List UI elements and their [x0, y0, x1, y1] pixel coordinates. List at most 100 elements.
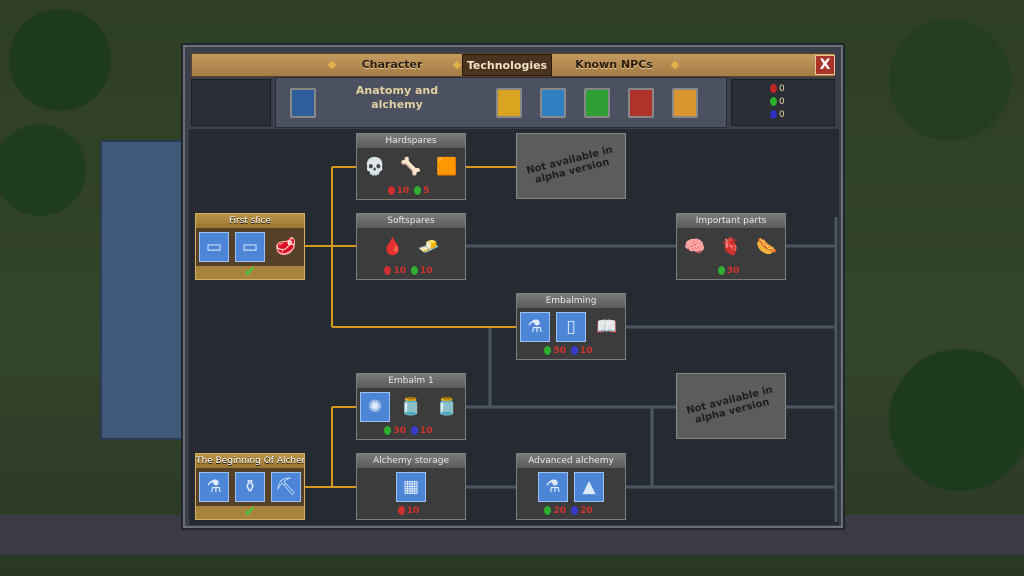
tech-card-unlocks: 💀 🦴 🟧 [357, 148, 465, 186]
tech-card-unlocks: ▭ ▭ 🥩 [196, 228, 304, 266]
resource-counter: 0 [770, 97, 785, 107]
tech-cost: 10 [357, 506, 465, 518]
blueprint-table-icon[interactable]: ▭ [235, 232, 265, 262]
green-point-icon [544, 346, 552, 355]
tech-card-unlocks: ⚗ ▯ 📖 [517, 308, 625, 346]
blue-jar-icon[interactable]: 🫙 [432, 392, 462, 422]
tech-card-title: Alchemy storage [357, 454, 465, 468]
tech-card-first-slice[interactable]: First slice ▭ ▭ 🥩 ✔ [195, 213, 305, 280]
tech-card-title: Embalming [517, 294, 625, 308]
intestines-icon[interactable]: 🌭 [752, 232, 782, 262]
not-available-card: Not available in alpha version [676, 373, 786, 439]
cost-value: 20 [580, 506, 593, 516]
tech-cost: 50 10 [517, 346, 625, 358]
heart-icon[interactable]: 🫀 [716, 232, 746, 262]
skull-icon[interactable]: 💀 [360, 152, 390, 182]
tech-card-advanced-alchemy[interactable]: Advanced alchemy ⚗ ▲ 20 20 [516, 453, 626, 520]
header-left-panel [191, 79, 271, 126]
diamond-ornament-icon [670, 60, 680, 70]
tech-card-title: The Beginning Of Alchem [196, 454, 304, 468]
blueprint-cabinet-icon[interactable]: ▯ [556, 312, 586, 342]
blueprint-distiller-icon[interactable]: ✺ [360, 392, 390, 422]
brain-icon[interactable]: 🧠 [680, 232, 710, 262]
skull-book-icon[interactable]: 📖 [592, 312, 622, 342]
resource-value: 0 [779, 110, 785, 120]
tech-card-alchemy-storage[interactable]: Alchemy storage ▦ 10 [356, 453, 466, 520]
tech-card-unlocks: ⚗ ⚱ ⛏ [196, 468, 304, 506]
current-category-title: Anatomy and alchemy [355, 84, 439, 111]
tech-card-softspares[interactable]: Softspares 🩸 🧈 10 10 [356, 213, 466, 280]
blueprint-embalming-table-icon[interactable]: ⚗ [520, 312, 550, 342]
resource-value: 0 [779, 84, 785, 94]
tech-card-unlocks: ⚗ ▲ [517, 468, 625, 506]
tech-cost: 10 5 [357, 186, 465, 198]
fat-icon[interactable]: 🧈 [414, 232, 444, 262]
skin-icon[interactable]: 🟧 [432, 152, 462, 182]
cost-value: 10 [393, 266, 406, 276]
red-point-icon [397, 506, 405, 515]
resource-counter: 0 [770, 110, 785, 120]
checkmark-icon: ✔ [244, 504, 256, 520]
blueprint-jars-icon[interactable]: ⚱ [235, 472, 265, 502]
cost-value: 10 [580, 346, 593, 356]
tab-bar: Character Technologies Known NPCs [191, 53, 835, 77]
checkmark-icon: ✔ [244, 264, 256, 280]
blueprint-table-icon[interactable]: ▭ [199, 232, 229, 262]
close-button[interactable]: X [815, 55, 835, 75]
blueprint-furnace-icon[interactable]: ▲ [574, 472, 604, 502]
blue-point-icon [411, 426, 418, 435]
tech-cost: 30 10 [357, 426, 465, 438]
cost-value: 30 [393, 426, 406, 436]
category-book-astrology[interactable] [496, 88, 522, 118]
tech-card-title: Embalm 1 [357, 374, 465, 388]
blueprint-mortar-icon[interactable]: ⛏ [271, 472, 301, 502]
tech-card-beginning-alchemy[interactable]: The Beginning Of Alchem ⚗ ⚱ ⛏ ✔ [195, 453, 305, 520]
tech-card-title: First slice [196, 214, 304, 228]
tech-card-embalming[interactable]: Embalming ⚗ ▯ 📖 50 10 [516, 293, 626, 360]
tech-cost: 20 20 [517, 506, 625, 518]
cost-value: 10 [406, 506, 420, 516]
resources-panel: 0 0 0 [731, 79, 835, 126]
category-book-nature[interactable] [584, 88, 610, 118]
cost-value: 50 [553, 346, 566, 356]
yellow-jar-icon[interactable]: 🫙 [396, 392, 426, 422]
red-point-icon [387, 186, 395, 195]
tab-technologies[interactable]: Technologies [462, 54, 552, 76]
tab-character[interactable]: Character [342, 54, 442, 76]
tech-card-unlocks: ✺ 🫙 🫙 [357, 388, 465, 426]
red-point-icon [384, 266, 392, 275]
blue-point-icon [571, 506, 578, 515]
blood-icon[interactable]: 🩸 [378, 232, 408, 262]
tech-card-unlocks: 🩸 🧈 [357, 228, 465, 266]
gem-icon [770, 97, 777, 106]
diamond-ornament-icon [452, 60, 462, 70]
gem-icon [770, 110, 777, 119]
tech-card-hardspares[interactable]: Hardspares 💀 🦴 🟧 10 5 [356, 133, 466, 200]
cost-value: 20 [553, 506, 566, 516]
bone-icon[interactable]: 🦴 [396, 152, 426, 182]
blueprint-flasks-icon[interactable]: ⚗ [199, 472, 229, 502]
blueprint-flasks-icon[interactable]: ⚗ [538, 472, 568, 502]
gem-icon [770, 84, 777, 93]
category-book-numbers[interactable] [672, 88, 698, 118]
tech-card-unlocks: ▦ [357, 468, 465, 506]
cost-value: 10 [396, 186, 410, 196]
green-point-icon [384, 426, 392, 435]
tech-card-title: Important parts [677, 214, 785, 228]
green-point-icon [411, 266, 418, 275]
tech-card-embalm-1[interactable]: Embalm 1 ✺ 🫙 🫙 30 10 [356, 373, 466, 440]
category-book-anatomy[interactable] [290, 88, 316, 118]
resource-counter: 0 [770, 84, 785, 94]
category-bar: Anatomy and alchemy [275, 77, 727, 128]
tab-known-npcs[interactable]: Known NPCs [564, 54, 664, 76]
diamond-ornament-icon [327, 60, 337, 70]
blueprint-storage-icon[interactable]: ▦ [396, 472, 426, 502]
church-building [100, 140, 185, 440]
green-point-icon [717, 266, 725, 275]
meat-icon[interactable]: 🥩 [271, 232, 301, 262]
category-book-writing[interactable] [540, 88, 566, 118]
category-book-crafting[interactable] [628, 88, 654, 118]
tech-card-title: Advanced alchemy [517, 454, 625, 468]
tech-card-important-parts[interactable]: Important parts 🧠 🫀 🌭 30 [676, 213, 786, 280]
tech-tree[interactable]: First slice ▭ ▭ 🥩 ✔ Hardspares 💀 🦴 🟧 10 5 Softspare… [189, 129, 839, 525]
